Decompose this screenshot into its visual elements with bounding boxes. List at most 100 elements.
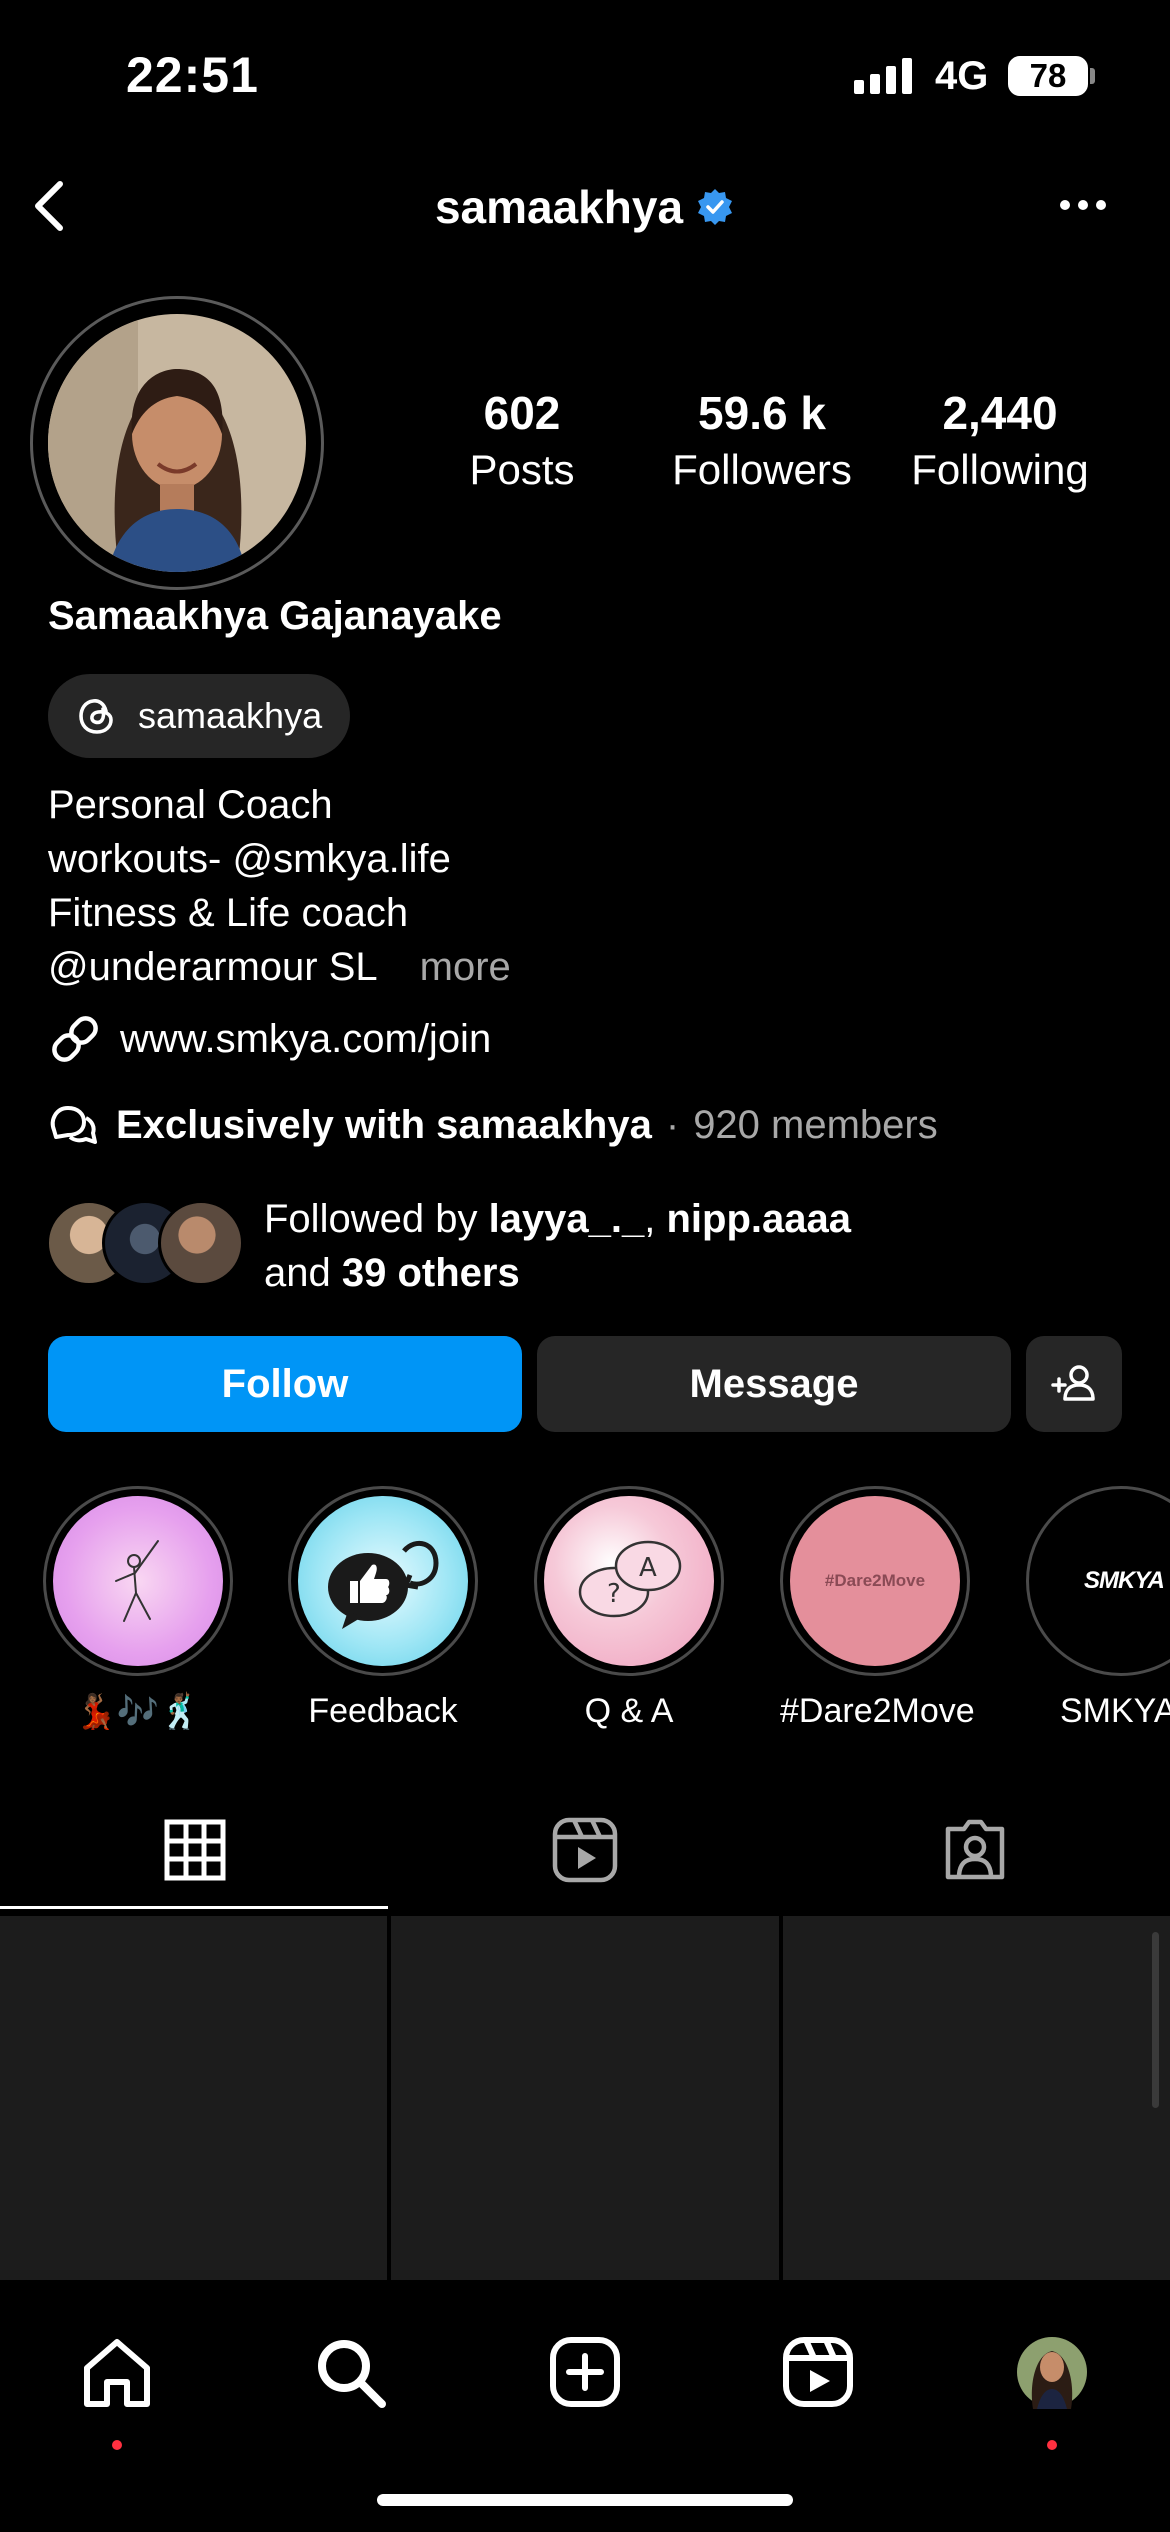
bio-mention[interactable]: @underarmour SL	[48, 945, 378, 989]
highlight-cover	[298, 1496, 468, 1666]
tab-reels[interactable]	[390, 1790, 780, 1910]
profile-avatar-icon	[1017, 2337, 1087, 2409]
status-time: 22:51	[126, 47, 259, 103]
network-label: 4G	[935, 54, 989, 98]
followed-by-separator: ,	[644, 1197, 667, 1241]
highlight-cover-text: SMKYA	[1084, 1567, 1165, 1594]
stat-value: 59.6 k	[698, 387, 826, 439]
threads-badge-button[interactable]: samaakhya	[48, 674, 351, 758]
stat-followers[interactable]: 59.6 k Followers	[662, 386, 862, 494]
scrollbar[interactable]	[1152, 1932, 1159, 2108]
nav-reels[interactable]	[768, 2322, 868, 2422]
tab-posts-grid[interactable]	[0, 1790, 390, 1910]
nav-profile[interactable]	[1002, 2322, 1102, 2422]
tab-tagged[interactable]	[780, 1790, 1170, 1910]
highlight-cover: #Dare2Move	[790, 1496, 960, 1666]
threads-icon	[79, 699, 113, 734]
channel-separator: ·	[665, 1102, 680, 1147]
signal-icon	[854, 58, 912, 94]
verified-badge-icon	[695, 184, 735, 238]
qa-bubbles-icon: ? A	[578, 1540, 682, 1618]
profile-tabs	[0, 1790, 1170, 1910]
stat-following[interactable]: 2,440 Following	[900, 386, 1100, 494]
battery-tip	[1090, 68, 1095, 84]
stat-value: 602	[483, 387, 561, 439]
highlight-ring	[43, 1486, 233, 1676]
active-tab-indicator	[0, 1906, 388, 1909]
highlight-caption: Feedback	[308, 1692, 458, 1730]
highlight-cover: SMKYA	[1036, 1496, 1170, 1666]
highlight-cover: ? A	[544, 1496, 714, 1666]
followed-by-and: and	[264, 1251, 342, 1295]
nav-search[interactable]	[300, 2322, 400, 2422]
add-user-icon	[1051, 1365, 1095, 1401]
home-indicator[interactable]	[377, 2494, 793, 2506]
bio-more-link[interactable]: more	[420, 945, 511, 989]
post-thumbnail[interactable]	[783, 1916, 1170, 2280]
add-post-icon	[550, 2337, 620, 2407]
highlight-ring: SMKYA	[1026, 1486, 1170, 1676]
grid-icon	[164, 1819, 226, 1881]
message-button[interactable]: Message	[537, 1336, 1011, 1432]
page-title: samaakhya	[0, 180, 1170, 238]
stat-label: Followers	[672, 446, 852, 493]
bio-line-4: @underarmour SL more	[48, 940, 511, 994]
link-text: www.smkya.com/join	[120, 1016, 492, 1061]
avatar[interactable]	[48, 314, 306, 572]
highlight-caption: #Dare2Move	[780, 1692, 975, 1730]
highlight-ring	[288, 1486, 478, 1676]
tagged-person-icon	[945, 1819, 1005, 1880]
highlight-ring: ? A	[534, 1486, 724, 1676]
followed-by-text[interactable]: Followed by layya_._, nipp.aaaa and 39 o…	[264, 1192, 851, 1300]
nav-home[interactable]	[67, 2322, 167, 2422]
svg-text:?: ?	[607, 1579, 621, 1609]
stat-posts[interactable]: 602 Posts	[452, 386, 592, 494]
nav-create[interactable]	[535, 2322, 635, 2422]
home-icon	[84, 2339, 150, 2407]
stat-value: 2,440	[942, 387, 1058, 439]
notification-dot	[1047, 2440, 1057, 2450]
header-username: samaakhya	[434, 181, 684, 233]
mutual-followers-avatars[interactable]	[46, 1200, 246, 1290]
feedback-thumbs-up-icon	[328, 1540, 439, 1629]
highlight-caption: 💃🏾🎶🕺🏾	[74, 1693, 202, 1731]
bio-line: Fitness & Life coach	[48, 891, 409, 935]
reels-icon	[783, 2337, 853, 2407]
highlight-item[interactable]: SMKYA SMKYA	[1026, 1486, 1170, 1731]
highlight-cover	[53, 1496, 223, 1666]
highlight-caption: Q & A	[584, 1692, 674, 1730]
post-thumbnail[interactable]	[391, 1916, 779, 2280]
post-thumbnail[interactable]	[0, 1916, 387, 2280]
highlight-item[interactable]: #Dare2Move #Dare2Move	[780, 1486, 975, 1731]
avatar	[158, 1200, 244, 1286]
stat-label: Following	[911, 446, 1089, 493]
notification-dot	[112, 2440, 122, 2450]
mutual-user: nipp.aaaa	[666, 1197, 852, 1241]
stat-label: Posts	[469, 446, 575, 493]
suggested-users-button[interactable]	[1026, 1336, 1122, 1432]
highlight-item[interactable]: Feedback	[288, 1486, 478, 1731]
highlight-item[interactable]: ? A Q & A	[534, 1486, 724, 1731]
channel-members: 920 members	[693, 1102, 938, 1147]
highlight-caption: SMKYA	[1060, 1692, 1170, 1730]
channel-name: Exclusively with samaakhya	[116, 1102, 652, 1147]
dancer-illustration	[115, 1540, 159, 1622]
profile-bio: Personal Coach workouts- @smkya.life Fit…	[48, 778, 511, 994]
bio-line[interactable]: workouts- @smkya.life	[48, 832, 511, 886]
battery-icon: 78	[1008, 56, 1088, 96]
highlight-item[interactable]: 💃🏾🎶🕺🏾	[43, 1486, 233, 1732]
highlight-ring: #Dare2Move	[780, 1486, 970, 1676]
highlight-cover-text: #Dare2Move	[824, 1571, 926, 1590]
follow-button[interactable]: Follow	[48, 1336, 522, 1432]
svg-text:A: A	[639, 1553, 657, 1583]
bio-line: Personal Coach	[48, 783, 333, 827]
search-icon	[318, 2340, 386, 2408]
more-options-icon[interactable]	[1060, 200, 1106, 210]
reels-icon	[552, 1817, 618, 1883]
chat-bubbles-icon	[50, 1106, 97, 1144]
mutual-user: layya_._	[488, 1197, 645, 1241]
threads-handle: samaakhya	[138, 695, 323, 736]
profile-link[interactable]: www.smkya.com/join	[48, 1012, 491, 1066]
broadcast-channel[interactable]: Exclusively with samaakhya · 920 members	[48, 1100, 938, 1150]
profile-full-name: Samaakhya Gajanayake	[48, 594, 502, 638]
